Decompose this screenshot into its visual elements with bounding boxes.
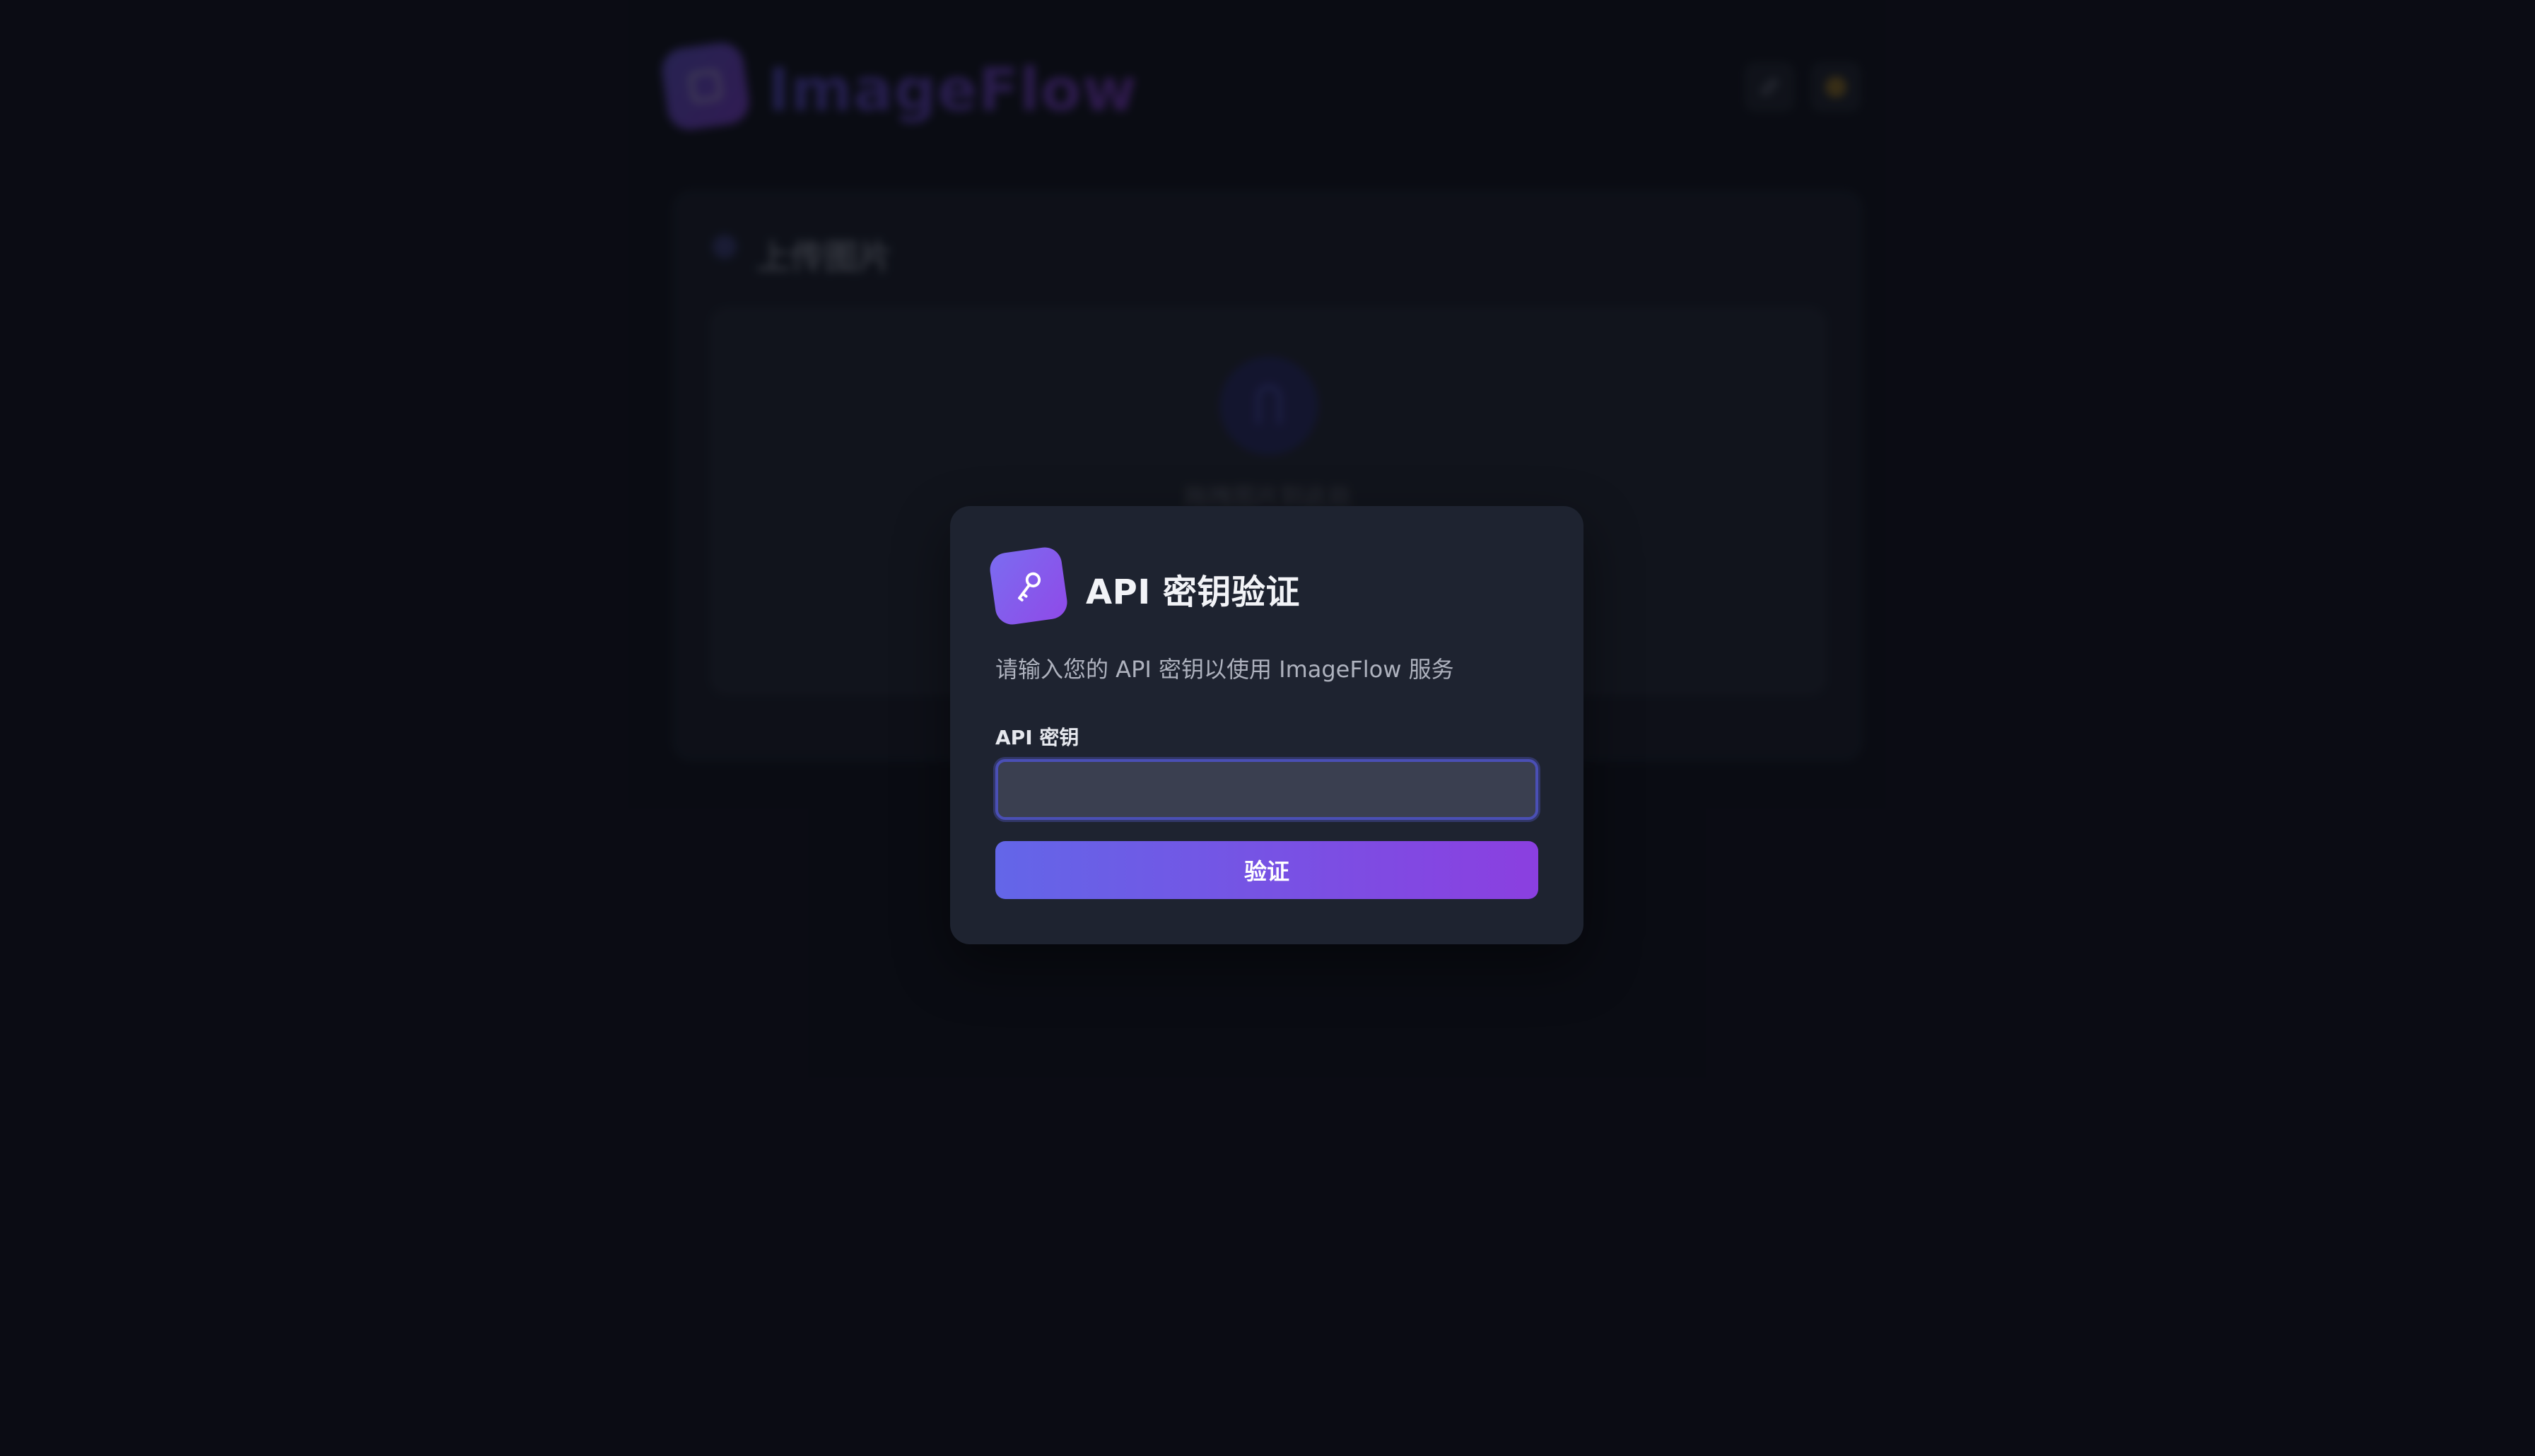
modal-icon-badge [988, 545, 1070, 627]
key-icon [1018, 572, 1041, 601]
modal-description: 请输入您的 API 密钥以使用 ImageFlow 服务 [995, 656, 1454, 683]
verify-button[interactable]: 验证 [995, 841, 1538, 899]
api-key-label: API 密钥 [995, 726, 1079, 749]
api-key-modal: API 密钥验证 请输入您的 API 密钥以使用 ImageFlow 服务 AP… [950, 506, 1583, 944]
api-key-input[interactable] [995, 759, 1538, 820]
app-root: ImageFlow 上传图片 拖拽图片到此处 API 密钥验证 请输入您的 AP… [0, 0, 2535, 1456]
modal-title: API 密钥验证 [1086, 573, 1300, 612]
